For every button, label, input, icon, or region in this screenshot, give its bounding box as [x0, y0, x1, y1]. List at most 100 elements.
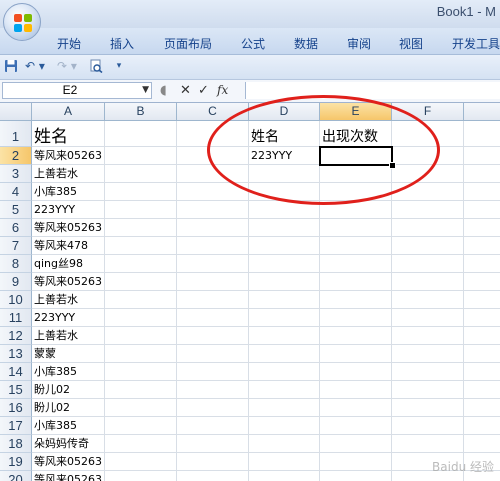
cell-c11[interactable]	[177, 309, 249, 327]
cell-b9[interactable]	[105, 273, 177, 291]
cell-g7[interactable]	[464, 237, 500, 255]
row-header-19[interactable]: 19	[0, 453, 32, 471]
column-header-g[interactable]	[464, 103, 500, 121]
cell-d2[interactable]: 223YYY	[249, 147, 320, 165]
cell-e9[interactable]	[320, 273, 392, 291]
cell-e14[interactable]	[320, 363, 392, 381]
cell-e3[interactable]	[320, 165, 392, 183]
tab-home[interactable]: 开始	[57, 35, 81, 52]
cell-a4[interactable]: 小库385	[32, 183, 105, 201]
cell-b10[interactable]	[105, 291, 177, 309]
row-header-9[interactable]: 9	[0, 273, 32, 291]
row-header-1[interactable]: 1	[0, 121, 32, 147]
cell-g3[interactable]	[464, 165, 500, 183]
cell-d11[interactable]	[249, 309, 320, 327]
cell-a16[interactable]: 盼儿02	[32, 399, 105, 417]
cell-b20[interactable]	[105, 471, 177, 481]
cell-c17[interactable]	[177, 417, 249, 435]
cell-c10[interactable]	[177, 291, 249, 309]
cell-f13[interactable]	[392, 345, 464, 363]
cell-c5[interactable]	[177, 201, 249, 219]
row-header-7[interactable]: 7	[0, 237, 32, 255]
tab-formulas[interactable]: 公式	[241, 35, 265, 52]
save-icon[interactable]	[4, 59, 18, 74]
cell-f14[interactable]	[392, 363, 464, 381]
cell-g11[interactable]	[464, 309, 500, 327]
column-header-f[interactable]: F	[392, 103, 464, 121]
cell-f17[interactable]	[392, 417, 464, 435]
tab-page-layout[interactable]: 页面布局	[164, 35, 212, 52]
undo-icon[interactable]: ↶ ▾	[24, 59, 46, 74]
cell-a1[interactable]: 姓名	[32, 121, 105, 147]
tab-view[interactable]: 视图	[399, 35, 423, 52]
row-header-15[interactable]: 15	[0, 381, 32, 399]
cell-d6[interactable]	[249, 219, 320, 237]
customize-icon[interactable]: ▾	[114, 59, 124, 74]
cell-f18[interactable]	[392, 435, 464, 453]
row-header-4[interactable]: 4	[0, 183, 32, 201]
row-header-14[interactable]: 14	[0, 363, 32, 381]
cell-f8[interactable]	[392, 255, 464, 273]
cell-a14[interactable]: 小库385	[32, 363, 105, 381]
cell-e13[interactable]	[320, 345, 392, 363]
cell-e18[interactable]	[320, 435, 392, 453]
cell-d4[interactable]	[249, 183, 320, 201]
redo-icon[interactable]: ↷ ▾	[56, 59, 78, 74]
row-header-12[interactable]: 12	[0, 327, 32, 345]
cell-d16[interactable]	[249, 399, 320, 417]
cell-e15[interactable]	[320, 381, 392, 399]
cell-g18[interactable]	[464, 435, 500, 453]
cell-c14[interactable]	[177, 363, 249, 381]
cell-b5[interactable]	[105, 201, 177, 219]
cell-c12[interactable]	[177, 327, 249, 345]
cell-e6[interactable]	[320, 219, 392, 237]
cell-f12[interactable]	[392, 327, 464, 345]
cell-g8[interactable]	[464, 255, 500, 273]
cell-b1[interactable]	[105, 121, 177, 147]
cell-g14[interactable]	[464, 363, 500, 381]
cell-b16[interactable]	[105, 399, 177, 417]
cell-d13[interactable]	[249, 345, 320, 363]
cell-g1[interactable]	[464, 121, 500, 147]
cell-e12[interactable]	[320, 327, 392, 345]
tab-insert[interactable]: 插入	[110, 35, 134, 52]
cell-b2[interactable]	[105, 147, 177, 165]
cell-b3[interactable]	[105, 165, 177, 183]
column-header-d[interactable]: D	[249, 103, 320, 121]
insert-function-icon[interactable]: fx	[217, 83, 228, 98]
cell-a8[interactable]: qing丝98	[32, 255, 105, 273]
cell-b11[interactable]	[105, 309, 177, 327]
cell-e20[interactable]	[320, 471, 392, 481]
cell-a2[interactable]: 等风来05263	[32, 147, 105, 165]
cell-e11[interactable]	[320, 309, 392, 327]
cell-a20[interactable]: 等风来05263	[32, 471, 105, 481]
name-box[interactable]: E2 ▼	[2, 82, 152, 99]
cell-a7[interactable]: 等风来478	[32, 237, 105, 255]
cell-c13[interactable]	[177, 345, 249, 363]
cell-d8[interactable]	[249, 255, 320, 273]
cell-b17[interactable]	[105, 417, 177, 435]
cell-g2[interactable]	[464, 147, 500, 165]
cell-b19[interactable]	[105, 453, 177, 471]
cell-c4[interactable]	[177, 183, 249, 201]
cell-b6[interactable]	[105, 219, 177, 237]
cell-g5[interactable]	[464, 201, 500, 219]
row-header-11[interactable]: 11	[0, 309, 32, 327]
tab-data[interactable]: 数据	[294, 35, 318, 52]
cell-e7[interactable]	[320, 237, 392, 255]
cell-c20[interactable]	[177, 471, 249, 481]
cell-f1[interactable]	[392, 121, 464, 147]
cell-c6[interactable]	[177, 219, 249, 237]
cell-d9[interactable]	[249, 273, 320, 291]
cell-e5[interactable]	[320, 201, 392, 219]
select-all-corner[interactable]	[0, 103, 32, 121]
column-header-a[interactable]: A	[32, 103, 105, 121]
cell-f15[interactable]	[392, 381, 464, 399]
cell-g6[interactable]	[464, 219, 500, 237]
row-header-2[interactable]: 2	[0, 147, 32, 165]
cell-e10[interactable]	[320, 291, 392, 309]
cell-g16[interactable]	[464, 399, 500, 417]
cell-f16[interactable]	[392, 399, 464, 417]
fill-handle[interactable]	[389, 162, 396, 169]
cell-b4[interactable]	[105, 183, 177, 201]
